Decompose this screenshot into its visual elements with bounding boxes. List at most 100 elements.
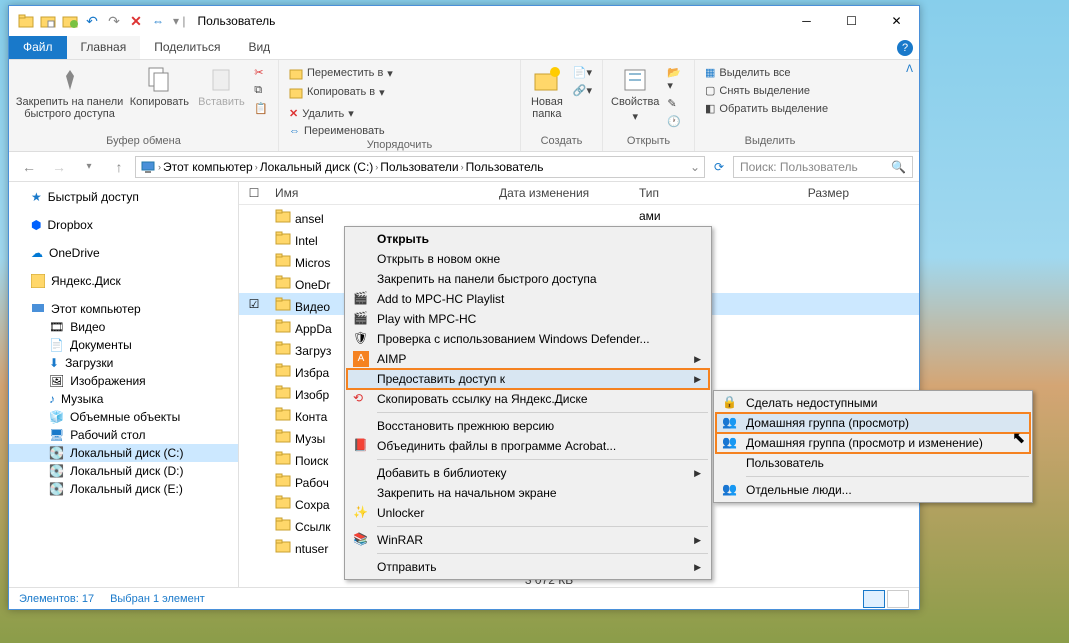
context-menu: Открыть Открыть в новом окне Закрепить н… bbox=[344, 226, 712, 580]
ctx-unlocker[interactable]: ✨Unlocker bbox=[347, 503, 709, 523]
tab-share[interactable]: Поделиться bbox=[140, 36, 234, 59]
ctx-open[interactable]: Открыть bbox=[347, 229, 709, 249]
tab-view[interactable]: Вид bbox=[234, 36, 284, 59]
ctx-aimp[interactable]: AAIMP▶ bbox=[347, 349, 709, 369]
easy-access-button[interactable]: 🔗▾ bbox=[569, 82, 596, 99]
new-folder-button[interactable]: Новая папка bbox=[527, 62, 567, 120]
nav-e-disk[interactable]: 💽Локальный диск (E:) bbox=[9, 480, 238, 498]
history-button[interactable]: 🕐 bbox=[663, 113, 688, 130]
nav-c-disk[interactable]: 💽Локальный диск (C:) bbox=[9, 444, 238, 462]
ctx-mpc-play[interactable]: 🎬Play with MPC-HC bbox=[347, 309, 709, 329]
file-row[interactable]: anselами bbox=[239, 205, 919, 227]
cursor-icon: ⬉ bbox=[1012, 428, 1025, 448]
nav-video[interactable]: 🎞Видео bbox=[9, 318, 238, 336]
copy-to-button[interactable]: Копировать в ▾ bbox=[285, 83, 401, 101]
breadcrumb[interactable]: › Этот компьютер› Локальный диск (C:)› П… bbox=[135, 156, 705, 178]
rename-button[interactable]: ⇔Переименовать bbox=[285, 123, 401, 139]
ctx-deny[interactable]: 🔒Сделать недоступными bbox=[716, 393, 1030, 413]
ctx-send[interactable]: Отправить▶ bbox=[347, 557, 709, 577]
nav-pictures[interactable]: 🖼Изображения bbox=[9, 372, 238, 390]
folder-icon[interactable] bbox=[15, 10, 37, 32]
ctx-pin-quick[interactable]: Закрепить на панели быстрого доступа bbox=[347, 269, 709, 289]
ctx-homegroup-edit[interactable]: 👥Домашняя группа (просмотр и изменение) bbox=[716, 433, 1030, 453]
back-button[interactable]: ← bbox=[15, 155, 43, 179]
open-dropdown-button[interactable]: 📂▾ bbox=[663, 64, 688, 94]
nav-d-disk[interactable]: 💽Локальный диск (D:) bbox=[9, 462, 238, 480]
edit-button[interactable]: ✎ bbox=[663, 95, 688, 112]
ribbon-collapse-icon[interactable]: ᐱ bbox=[906, 64, 913, 75]
search-icon: 🔍 bbox=[891, 160, 906, 174]
undo-icon[interactable]: ↶ bbox=[81, 10, 103, 32]
ctx-library[interactable]: Добавить в библиотеку▶ bbox=[347, 463, 709, 483]
nav-3d[interactable]: 🧊Объемные объекты bbox=[9, 408, 238, 426]
pc-icon bbox=[140, 159, 156, 175]
status-bar: Элементов: 17 Выбран 1 элемент bbox=[9, 587, 919, 609]
col-date[interactable]: Дата изменения bbox=[499, 186, 639, 200]
cut-button[interactable]: ✂ bbox=[250, 64, 272, 81]
status-count: Элементов: 17 bbox=[19, 593, 94, 605]
search-input[interactable]: Поиск: Пользователь🔍 bbox=[733, 156, 913, 178]
ctx-yandex-link[interactable]: ⟲Скопировать ссылку на Яндекс.Диске bbox=[347, 389, 709, 409]
ctx-restore[interactable]: Восстановить прежнюю версию bbox=[347, 416, 709, 436]
help-icon[interactable]: ? bbox=[897, 40, 913, 56]
navigation-pane: ★Быстрый доступ ⬢Dropbox ☁OneDrive Яндек… bbox=[9, 182, 239, 587]
crumb-2[interactable]: Пользователи bbox=[380, 160, 458, 174]
copy-path-button[interactable]: ⧉ bbox=[250, 82, 272, 99]
details-view-button[interactable] bbox=[863, 590, 885, 608]
tab-home[interactable]: Главная bbox=[67, 36, 141, 59]
invert-selection-button[interactable]: ◧Обратить выделение bbox=[701, 100, 839, 117]
nav-music[interactable]: ♪Музыка bbox=[9, 390, 238, 408]
nav-dropbox[interactable]: ⬢Dropbox bbox=[9, 216, 238, 234]
nav-this-pc[interactable]: Этот компьютер bbox=[9, 300, 238, 318]
close-button[interactable]: ✕ bbox=[874, 7, 919, 35]
address-bar: ← → ▾ ↑ › Этот компьютер› Локальный диск… bbox=[9, 152, 919, 182]
refresh-button[interactable]: ⟳ bbox=[707, 160, 731, 174]
delete-button[interactable]: ✕Удалить ▾ bbox=[285, 105, 401, 122]
paste-shortcut-button[interactable]: 📋 bbox=[250, 100, 272, 117]
col-name[interactable]: Имя bbox=[269, 186, 499, 200]
icons-view-button[interactable] bbox=[887, 590, 909, 608]
new-folder-icon[interactable] bbox=[59, 10, 81, 32]
ctx-pin-start[interactable]: Закрепить на начальном экране bbox=[347, 483, 709, 503]
maximize-button[interactable]: ☐ bbox=[829, 7, 874, 35]
ctx-acrobat[interactable]: 📕Объединить файлы в программе Acrobat... bbox=[347, 436, 709, 456]
up-button[interactable]: ↑ bbox=[105, 155, 133, 179]
ctx-user[interactable]: Пользователь bbox=[716, 453, 1030, 473]
nav-onedrive[interactable]: ☁OneDrive bbox=[9, 244, 238, 262]
ctx-winrar[interactable]: 📚WinRAR▶ bbox=[347, 530, 709, 550]
col-type[interactable]: Тип bbox=[639, 186, 759, 200]
col-size[interactable]: Размер bbox=[759, 186, 859, 200]
delete-icon[interactable]: ✕ bbox=[125, 10, 147, 32]
properties-button[interactable]: Свойства▾ bbox=[609, 62, 661, 123]
tab-file[interactable]: Файл bbox=[9, 36, 67, 59]
nav-documents[interactable]: 📄Документы bbox=[9, 336, 238, 354]
window-title: Пользователь bbox=[189, 14, 784, 28]
minimize-button[interactable]: ─ bbox=[784, 7, 829, 35]
crumb-3[interactable]: Пользователь bbox=[466, 160, 544, 174]
ctx-homegroup-view[interactable]: 👥Домашняя группа (просмотр) bbox=[716, 413, 1030, 433]
crumb-0[interactable]: Этот компьютер bbox=[163, 160, 253, 174]
properties-icon[interactable] bbox=[37, 10, 59, 32]
crumb-1[interactable]: Локальный диск (C:) bbox=[260, 160, 374, 174]
pin-quick-access-button[interactable]: Закрепить на панели быстрого доступа bbox=[15, 62, 124, 120]
ctx-defender[interactable]: 🛡Проверка с использованием Windows Defen… bbox=[347, 329, 709, 349]
select-all-button[interactable]: ▦Выделить все bbox=[701, 64, 839, 81]
select-none-button[interactable]: ▢Снять выделение bbox=[701, 82, 839, 99]
nav-quick-access[interactable]: ★Быстрый доступ bbox=[9, 188, 238, 206]
ctx-people[interactable]: 👥Отдельные люди... bbox=[716, 480, 1030, 500]
ctx-share-access[interactable]: Предоставить доступ к▶ bbox=[347, 369, 709, 389]
ctx-open-new[interactable]: Открыть в новом окне bbox=[347, 249, 709, 269]
move-to-button[interactable]: Переместить в ▾ bbox=[285, 64, 401, 82]
paste-button: Вставить bbox=[195, 62, 249, 108]
nav-desktop[interactable]: 🖥Рабочий стол bbox=[9, 426, 238, 444]
recent-dropdown[interactable]: ▾ bbox=[75, 155, 103, 179]
copy-button[interactable]: Копировать bbox=[126, 62, 193, 108]
new-item-button[interactable]: 📄▾ bbox=[569, 64, 596, 81]
status-selected: Выбран 1 элемент bbox=[110, 593, 205, 605]
ctx-mpc-add[interactable]: 🎬Add to MPC-HC Playlist bbox=[347, 289, 709, 309]
redo-icon[interactable]: ↷ bbox=[103, 10, 125, 32]
nav-yandex[interactable]: Яндекс.Диск bbox=[9, 272, 238, 290]
check-all[interactable]: ☐ bbox=[239, 186, 269, 200]
nav-downloads[interactable]: ⬇Загрузки bbox=[9, 354, 238, 372]
rename-icon[interactable]: ⇔ bbox=[147, 10, 169, 32]
